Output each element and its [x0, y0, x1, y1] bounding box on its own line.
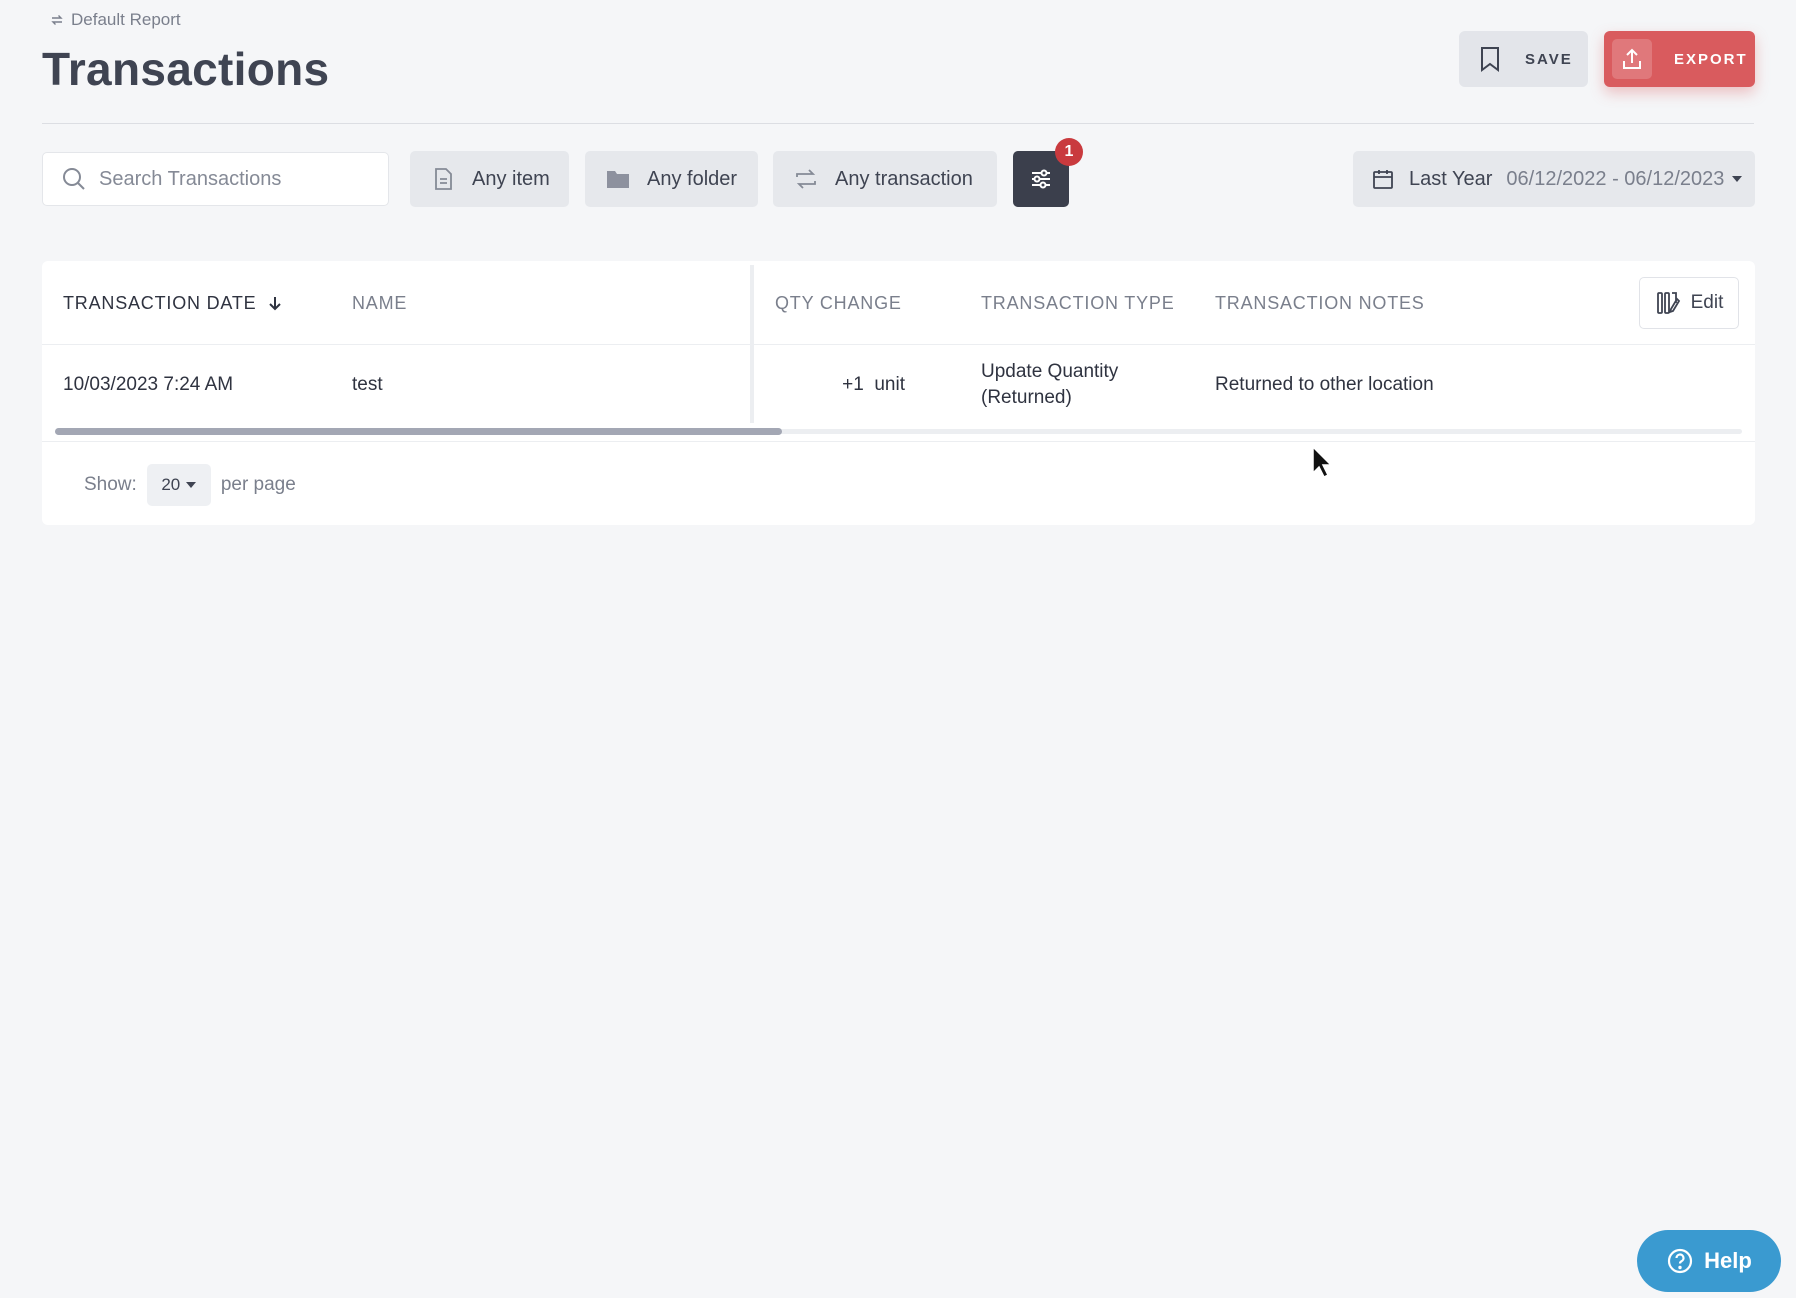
arrow-down-icon	[269, 297, 282, 311]
transaction-filter-button[interactable]: Any transaction	[773, 151, 997, 207]
mouse-cursor-icon	[1312, 445, 1333, 479]
breadcrumb[interactable]: Default Report	[49, 10, 181, 30]
table-footer-divider	[42, 441, 1755, 442]
filter-bar: Any item Any folder Any transaction 1 La…	[42, 138, 1755, 207]
page-size-select[interactable]: 20	[146, 464, 211, 506]
cell-transaction-type: Update Quantity (Returned)	[981, 346, 1118, 424]
export-label: EXPORT	[1674, 50, 1748, 68]
show-label: Show:	[84, 474, 137, 495]
date-range-filter[interactable]: Last Year 06/12/2022 - 06/12/2023	[1353, 151, 1755, 207]
cell-notes: Returned to other location	[1215, 374, 1434, 395]
column-header-label: NAME	[352, 292, 408, 313]
item-filter-label: Any item	[472, 167, 550, 190]
export-button[interactable]: EXPORT	[1604, 31, 1755, 87]
help-icon	[1668, 1248, 1693, 1274]
refresh-icon	[51, 15, 63, 25]
pagination: Show: 20 per page	[84, 462, 296, 508]
save-label: SAVE	[1525, 50, 1573, 68]
column-header-label: QTY CHANGE	[775, 292, 902, 313]
folder-icon	[607, 171, 629, 188]
chevron-down-icon	[186, 482, 197, 488]
item-filter-button[interactable]: Any item	[410, 151, 569, 207]
column-header-qty-change[interactable]: QTY CHANGE	[775, 261, 902, 345]
edit-label: Edit	[1690, 292, 1724, 313]
transaction-filter-label: Any transaction	[835, 167, 973, 190]
date-range-value: 06/12/2022 - 06/12/2023	[1506, 167, 1725, 190]
column-header-transaction-type[interactable]: TRANSACTION TYPE	[981, 261, 1175, 345]
header-divider	[42, 123, 1754, 124]
bookmark-icon	[1481, 47, 1499, 72]
sliders-icon	[1032, 169, 1050, 189]
page-title: Transactions	[42, 43, 330, 95]
help-label: Help	[1704, 1248, 1752, 1273]
search-icon	[63, 168, 85, 190]
upload-icon	[1623, 48, 1641, 69]
transactions-table: TRANSACTION DATE NAME QTY CHANGE TRANSAC…	[42, 261, 1755, 525]
column-header-name[interactable]: NAME	[352, 261, 407, 345]
help-button[interactable]: Help	[1637, 1230, 1781, 1292]
date-preset-label: Last Year	[1409, 167, 1493, 190]
chevron-down-icon	[1732, 176, 1743, 182]
header-actions: SAVE EXPORT	[1459, 31, 1755, 87]
columns-edit-icon	[1656, 292, 1680, 314]
cell-name[interactable]: test	[352, 346, 383, 424]
horizontal-scrollbar-thumb[interactable]	[55, 428, 782, 435]
column-header-transaction-notes[interactable]: TRANSACTION NOTES	[1215, 261, 1425, 345]
folder-filter-button[interactable]: Any folder	[585, 151, 758, 207]
cell-date: 10/03/2023 7:24 AM	[63, 374, 234, 395]
calendar-icon	[1373, 170, 1393, 189]
column-header-label: TRANSACTION TYPE	[981, 292, 1175, 313]
swap-icon	[796, 169, 816, 189]
filter-count-badge: 1	[1055, 138, 1083, 166]
cell-qty-change: +1 unit	[842, 374, 905, 395]
per-page-label: per page	[220, 474, 296, 495]
search-box[interactable]	[42, 152, 389, 206]
save-button[interactable]: SAVE	[1459, 31, 1588, 87]
export-icon-box	[1612, 39, 1652, 79]
document-icon	[435, 168, 452, 190]
column-header-label: TRANSACTION NOTES	[1215, 292, 1425, 313]
column-header-transaction-date[interactable]: TRANSACTION DATE	[63, 261, 284, 345]
table-header: TRANSACTION DATE NAME QTY CHANGE TRANSAC…	[42, 261, 1755, 345]
table-row[interactable]: 10/03/2023 7:24 AM test +1 unit Update Q…	[42, 346, 1755, 424]
edit-columns-button[interactable]: Edit	[1639, 277, 1739, 329]
type-line: Update Quantity	[981, 361, 1119, 382]
breadcrumb-label: Default Report	[71, 10, 181, 29]
column-header-label: TRANSACTION DATE	[63, 292, 257, 313]
search-input[interactable]	[99, 167, 369, 191]
type-line: (Returned)	[981, 387, 1072, 408]
page-size-value: 20	[161, 475, 181, 494]
folder-filter-label: Any folder	[647, 167, 738, 190]
